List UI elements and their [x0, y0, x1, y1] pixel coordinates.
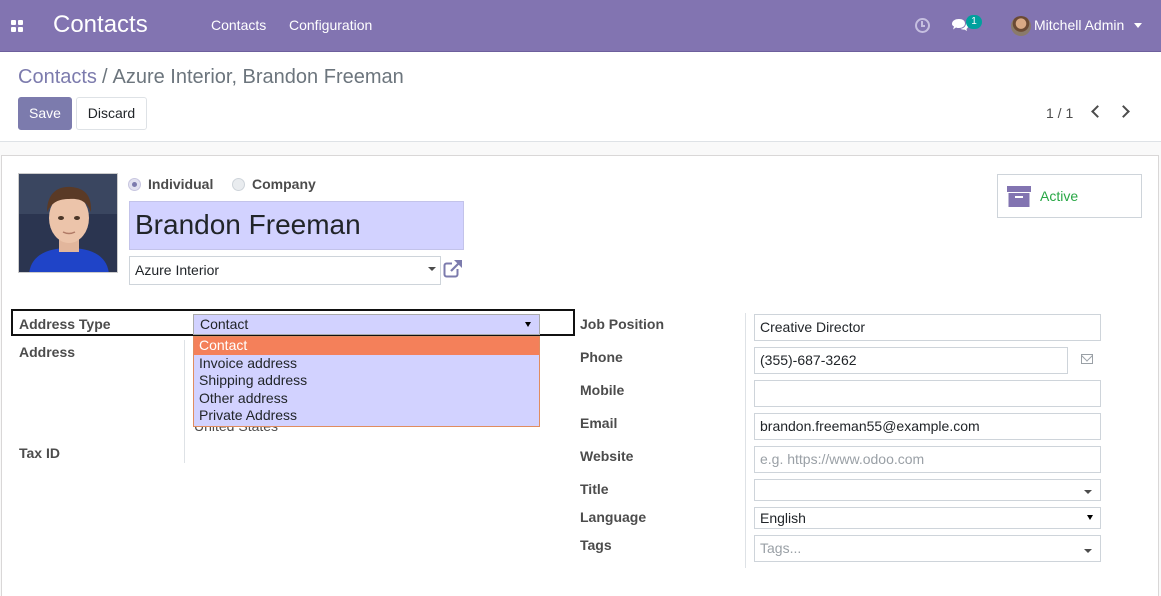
parent-company-select[interactable]: Azure Interior: [129, 256, 441, 285]
company-radio-label[interactable]: Company: [252, 176, 316, 192]
website-label: Website: [580, 448, 634, 464]
mobile-input[interactable]: [754, 380, 1101, 407]
discard-button[interactable]: Discard: [76, 97, 147, 130]
title-label: Title: [580, 481, 609, 497]
website-input[interactable]: e.g. https://www.odoo.com: [754, 446, 1101, 473]
dropdown-option-other[interactable]: Other address: [194, 390, 539, 408]
language-value: English: [760, 510, 806, 526]
chevron-down-icon[interactable]: [1084, 549, 1092, 553]
address-type-value: Contact: [200, 316, 249, 332]
control-panel: Contacts / Azure Interior, Brandon Freeman…: [0, 52, 1161, 142]
job-position-label: Job Position: [580, 316, 664, 332]
tags-placeholder: Tags...: [760, 540, 802, 556]
dropdown-option-invoice[interactable]: Invoice address: [194, 355, 539, 373]
select-arrow-icon[interactable]: [525, 322, 531, 327]
mobile-label: Mobile: [580, 382, 625, 398]
left-group-divider: [184, 340, 185, 463]
breadcrumb-current: Azure Interior, Brandon Freeman: [112, 66, 404, 88]
external-link-icon[interactable]: [443, 259, 463, 279]
tax-id-label: Tax ID: [19, 445, 60, 461]
tags-input[interactable]: Tags...: [754, 535, 1101, 562]
activity-clock-icon[interactable]: [915, 18, 930, 33]
top-navbar: Contacts Contacts Configuration 1 Mitche…: [0, 0, 1161, 52]
company-radio[interactable]: [232, 178, 245, 191]
user-menu-caret-icon[interactable]: [1134, 23, 1142, 28]
address-type-label: Address Type: [19, 316, 111, 332]
tags-label: Tags: [580, 537, 612, 553]
sms-envelope-icon[interactable]: [1081, 354, 1093, 364]
contact-portrait-image: [19, 174, 117, 272]
job-position-input[interactable]: Creative Director: [754, 314, 1101, 341]
app-title[interactable]: Contacts: [53, 11, 148, 39]
pager-value[interactable]: 1 / 1: [1046, 105, 1073, 121]
address-type-dropdown: Contact Invoice address Shipping address…: [193, 336, 540, 427]
chevron-down-icon[interactable]: [428, 267, 436, 271]
dropdown-option-contact[interactable]: Contact: [194, 337, 539, 355]
individual-radio[interactable]: [128, 178, 141, 191]
pager-next-icon[interactable]: [1117, 105, 1130, 118]
breadcrumb-separator: /: [101, 66, 108, 88]
title-select[interactable]: [754, 479, 1101, 501]
dropdown-option-shipping[interactable]: Shipping address: [194, 372, 539, 390]
parent-company-value: Azure Interior: [135, 262, 220, 278]
save-button[interactable]: Save: [18, 97, 72, 130]
individual-radio-label[interactable]: Individual: [148, 176, 213, 192]
breadcrumb-contacts-link[interactable]: Contacts: [18, 66, 97, 88]
apps-menu-icon[interactable]: [11, 20, 24, 32]
active-label: Active: [1040, 188, 1079, 204]
archive-icon: [1007, 186, 1031, 207]
phone-input[interactable]: (355)-687-3262: [754, 347, 1068, 374]
pager-previous-icon[interactable]: [1091, 105, 1104, 118]
user-menu[interactable]: Mitchell Admin: [1034, 17, 1124, 33]
language-label: Language: [580, 509, 647, 525]
phone-label: Phone: [580, 349, 623, 365]
menu-configuration[interactable]: Configuration: [289, 17, 372, 33]
active-toggle-button[interactable]: Active: [997, 174, 1142, 218]
breadcrumb: Contacts / Azure Interior, Brandon Freeman: [18, 66, 404, 89]
right-group-divider: [745, 313, 746, 568]
contact-name-input[interactable]: Brandon Freeman: [129, 201, 464, 250]
chevron-down-icon[interactable]: [1084, 490, 1092, 494]
user-avatar[interactable]: [1011, 16, 1031, 36]
contact-photo[interactable]: [18, 173, 118, 273]
menu-contacts[interactable]: Contacts: [211, 17, 266, 33]
address-label: Address: [19, 344, 76, 360]
language-select[interactable]: English: [754, 507, 1101, 529]
dropdown-option-private[interactable]: Private Address: [194, 407, 539, 425]
chat-counter-badge: 1: [966, 15, 982, 29]
address-type-select[interactable]: Contact: [193, 314, 540, 335]
email-input[interactable]: brandon.freeman55@example.com: [754, 413, 1101, 440]
select-arrow-icon[interactable]: [1087, 515, 1093, 520]
email-label: Email: [580, 415, 618, 431]
